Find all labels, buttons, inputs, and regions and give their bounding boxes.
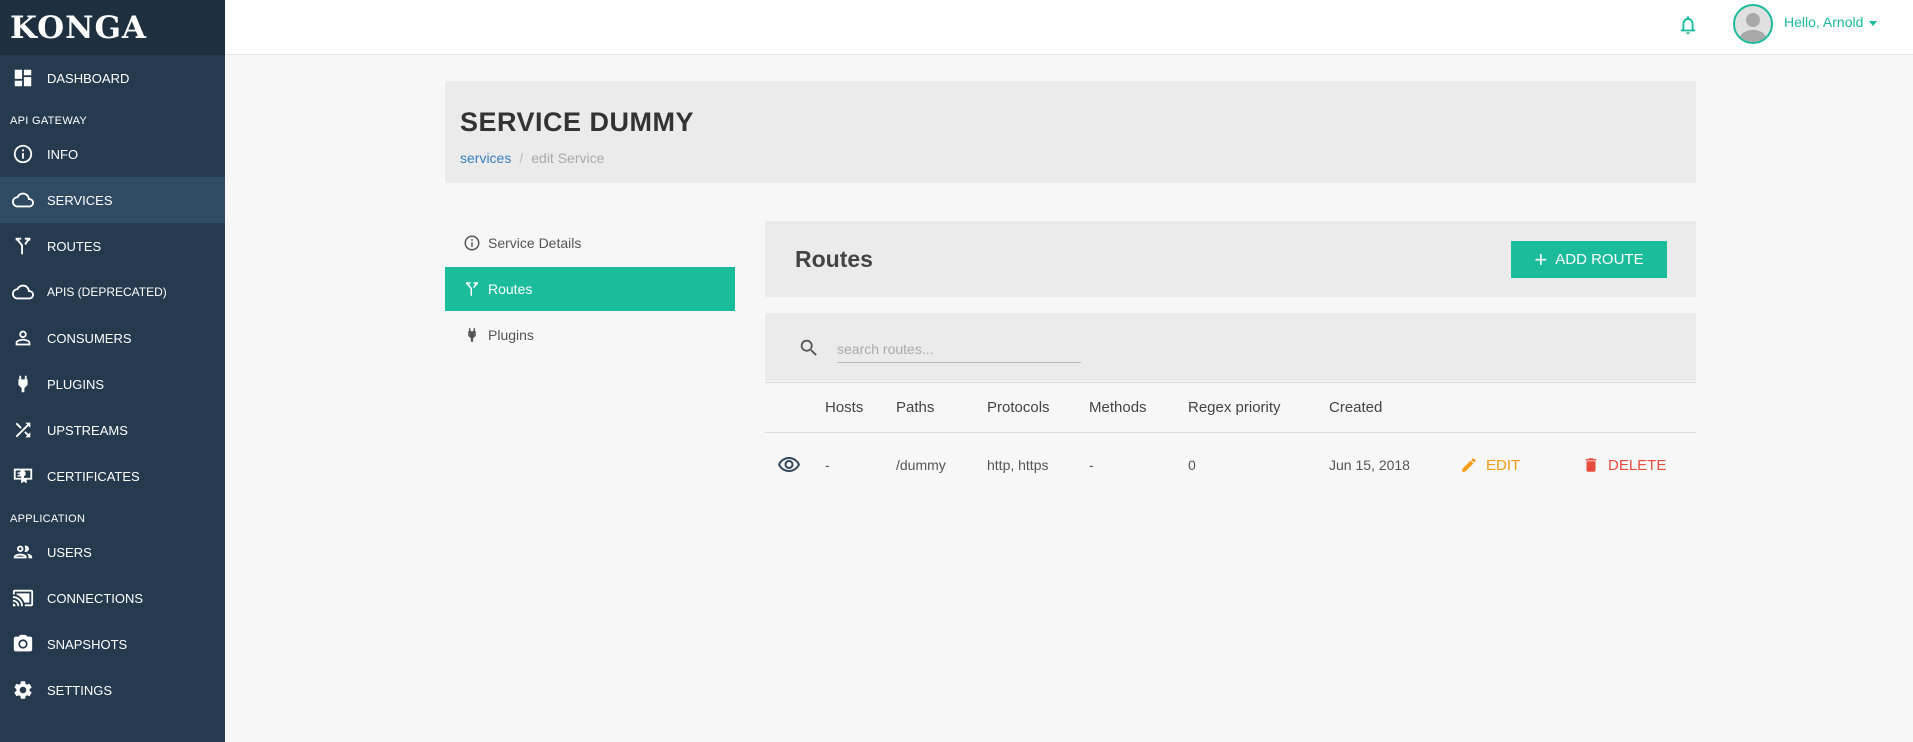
plug-icon: [11, 372, 35, 396]
user-menu[interactable]: Hello, Arnold: [1784, 14, 1878, 30]
pencil-icon: [1462, 458, 1476, 472]
nav-consumers-label: CONSUMERS: [47, 330, 132, 346]
section-application: APPLICATION: [10, 513, 86, 525]
certificate-icon: [11, 464, 35, 488]
nav-certificates-label: CERTIFICATES: [47, 468, 140, 484]
delete-button[interactable]: DELETE: [1582, 433, 1666, 497]
service-tabs: Service Details Routes Plugins: [445, 221, 735, 359]
search-icon: [798, 337, 820, 359]
tab-plugins[interactable]: Plugins: [445, 313, 735, 357]
table-row: - /dummy http, https - 0 Jun 15, 2018 ED…: [765, 433, 1696, 497]
nav-upstreams-label: UPSTREAMS: [47, 422, 128, 438]
page-title: SERVICE DUMMY: [460, 107, 695, 137]
breadcrumb: services / edit Service: [460, 150, 604, 166]
gear-icon: [11, 678, 35, 702]
page-header: SERVICE DUMMY services / edit Service: [445, 81, 1696, 183]
nav-consumers[interactable]: CONSUMERS: [0, 315, 225, 361]
edit-button[interactable]: EDIT: [1460, 433, 1520, 497]
section-api-gateway: API GATEWAY: [10, 115, 88, 127]
nav-apis-label: APIS (DEPRECATED): [47, 285, 167, 299]
nav-dashboard[interactable]: DASHBOARD: [0, 55, 225, 101]
cloud-icon: [11, 188, 35, 212]
col-regex-priority[interactable]: Regex priority: [1188, 383, 1281, 432]
nav-settings[interactable]: SETTINGS: [0, 667, 225, 713]
nav-connections[interactable]: CONNECTIONS: [0, 575, 225, 621]
nav-snapshots[interactable]: SNAPSHOTS: [0, 621, 225, 667]
cell-paths: /dummy: [896, 457, 946, 473]
routes-title: Routes: [795, 246, 873, 272]
plus-icon: +: [1534, 246, 1548, 272]
topbar: Hello, Arnold: [225, 0, 1913, 55]
routes-icon: [11, 234, 35, 258]
edit-label: EDIT: [1486, 456, 1521, 474]
col-protocols[interactable]: Protocols: [987, 383, 1050, 432]
nav-upstreams[interactable]: UPSTREAMS: [0, 407, 225, 453]
cell-methods: -: [1089, 457, 1094, 473]
search-input[interactable]: [837, 335, 1081, 363]
add-route-button[interactable]: + ADD ROUTE: [1511, 241, 1667, 278]
col-created[interactable]: Created: [1329, 383, 1382, 432]
nav-dashboard-label: DASHBOARD: [47, 70, 130, 86]
tab-routes-label: Routes: [488, 281, 533, 297]
nav-apis[interactable]: APIS (DEPRECATED): [0, 269, 225, 315]
dashboard-icon: [11, 66, 35, 90]
tab-plugins-label: Plugins: [488, 327, 534, 343]
plug-icon: [462, 325, 482, 345]
delete-label: DELETE: [1608, 456, 1667, 474]
routes-table: Hosts Paths Protocols Methods Regex prio…: [765, 382, 1696, 497]
col-hosts[interactable]: Hosts: [825, 383, 863, 432]
logo-text: KONGA: [10, 9, 147, 46]
person-icon: [11, 326, 35, 350]
nav-routes-label: ROUTES: [47, 238, 102, 254]
chevron-down-icon: [1869, 20, 1878, 26]
view-eye-icon[interactable]: [777, 433, 801, 497]
nav-info[interactable]: INFO: [0, 131, 225, 177]
nav-snapshots-label: SNAPSHOTS: [47, 636, 128, 652]
nav-routes[interactable]: ROUTES: [0, 223, 225, 269]
trash-icon: [1585, 458, 1597, 472]
info-icon: [462, 233, 482, 253]
nav-services[interactable]: SERVICES: [0, 177, 225, 223]
cast-icon: [11, 586, 35, 610]
tab-routes[interactable]: Routes: [445, 267, 735, 311]
routes-header: Routes + ADD ROUTE: [765, 221, 1696, 297]
nav-settings-label: SETTINGS: [47, 682, 113, 698]
tab-service-details[interactable]: Service Details: [445, 221, 735, 265]
logo[interactable]: KONGA: [0, 0, 225, 55]
sidebar: KONGA DASHBOARD API GATEWAY INFO SERVICE…: [0, 0, 225, 742]
nav-services-label: SERVICES: [47, 192, 113, 208]
cell-regex-priority: 0: [1188, 457, 1196, 473]
user-greeting: Hello, Arnold: [1784, 14, 1864, 30]
breadcrumb-services-link[interactable]: services: [460, 150, 511, 166]
breadcrumb-separator: /: [519, 150, 524, 166]
cell-created: Jun 15, 2018: [1329, 457, 1410, 473]
search-panel: [765, 313, 1696, 381]
nav-certificates[interactable]: CERTIFICATES: [0, 453, 225, 499]
info-icon: [11, 142, 35, 166]
add-route-label: ADD ROUTE: [1555, 251, 1644, 268]
col-paths[interactable]: Paths: [896, 383, 934, 432]
cell-protocols: http, https: [987, 457, 1049, 473]
col-methods[interactable]: Methods: [1089, 383, 1147, 432]
avatar[interactable]: [1733, 4, 1773, 44]
breadcrumb-current: edit Service: [531, 150, 605, 166]
nav-users-label: USERS: [47, 544, 92, 560]
users-icon: [11, 540, 35, 564]
camera-icon: [11, 632, 35, 656]
nav-connections-label: CONNECTIONS: [47, 590, 144, 606]
nav-plugins[interactable]: PLUGINS: [0, 361, 225, 407]
cell-hosts: -: [825, 457, 830, 473]
tab-service-details-label: Service Details: [488, 235, 582, 251]
nav-info-label: INFO: [47, 146, 79, 162]
bell-icon[interactable]: [1677, 14, 1699, 36]
routes-icon: [462, 279, 482, 299]
cloud-outline-icon: [11, 280, 35, 304]
shuffle-icon: [11, 418, 35, 442]
table-header: Hosts Paths Protocols Methods Regex prio…: [765, 383, 1696, 433]
nav-users[interactable]: USERS: [0, 529, 225, 575]
nav-plugins-label: PLUGINS: [47, 376, 105, 392]
